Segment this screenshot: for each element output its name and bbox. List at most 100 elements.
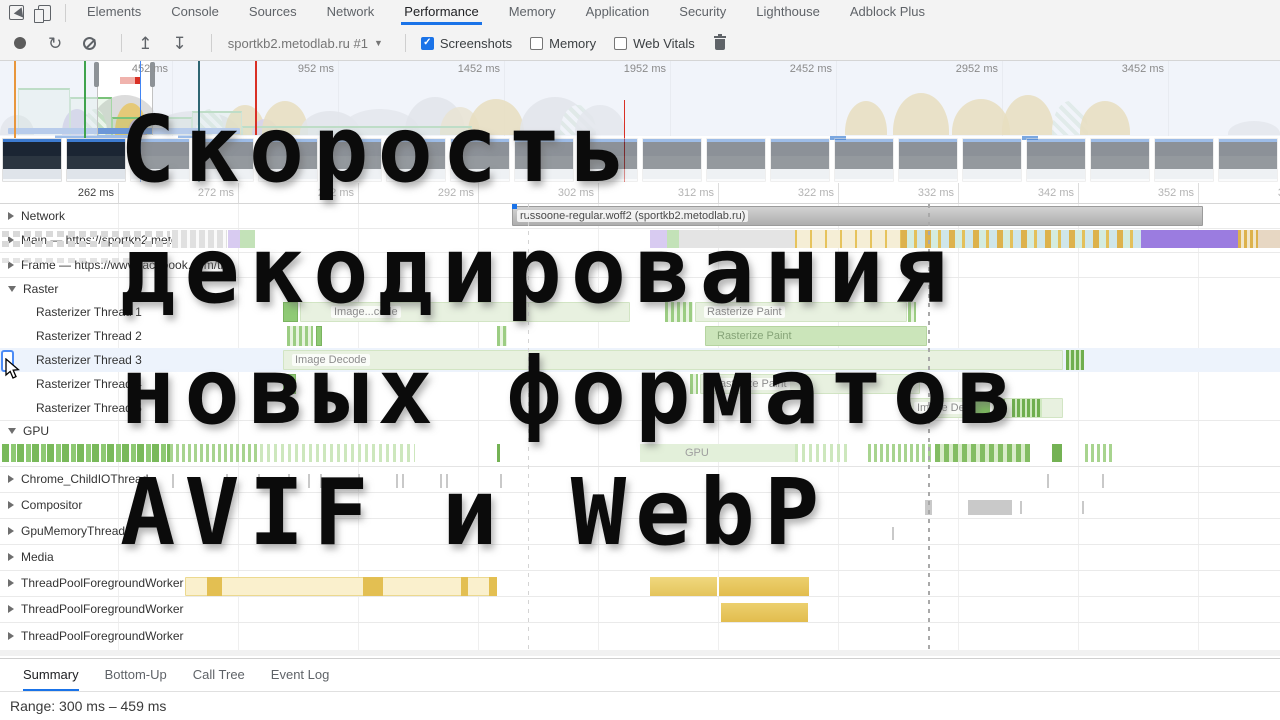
overlay-title-line: Скорость bbox=[120, 96, 636, 203]
chevron-right-icon[interactable] bbox=[8, 501, 14, 509]
detail-ruler-label: 262 ms bbox=[77, 187, 114, 199]
worker-task-bar[interactable] bbox=[207, 577, 222, 596]
range-status: Range: 300 ms – 459 ms bbox=[10, 698, 167, 714]
overview-ruler-label: 952 ms bbox=[297, 63, 334, 75]
screenshot-thumbnail[interactable] bbox=[706, 138, 766, 182]
details-tab-event-log[interactable]: Event Log bbox=[271, 659, 330, 691]
flame-gridline bbox=[1078, 204, 1079, 650]
compositor-bar[interactable] bbox=[1020, 501, 1022, 514]
ruler-tick bbox=[718, 183, 719, 203]
compositor-bar[interactable] bbox=[1082, 501, 1084, 514]
track-label-text: Network bbox=[21, 209, 66, 223]
track-label-text: ThreadPoolForegroundWorker bbox=[21, 602, 184, 616]
flame-bar-label: GPU bbox=[685, 447, 709, 459]
chevron-right-icon[interactable] bbox=[8, 605, 14, 613]
row-separator bbox=[0, 596, 1280, 597]
track-threadpoolforegroundworker[interactable]: ThreadPoolForegroundWorker bbox=[8, 629, 184, 643]
ruler-tick bbox=[958, 183, 959, 203]
gpu-memory-bar[interactable] bbox=[892, 527, 894, 540]
chevron-right-icon[interactable] bbox=[8, 527, 14, 535]
track-compositor[interactable]: Compositor bbox=[8, 498, 82, 512]
track-network[interactable]: Network bbox=[8, 209, 65, 223]
screenshot-thumbnail[interactable] bbox=[834, 138, 894, 182]
overview-ruler-label: 2952 ms bbox=[955, 63, 998, 75]
flame-top-border bbox=[0, 203, 1280, 204]
screenshot-thumbnail[interactable] bbox=[1026, 138, 1086, 182]
detail-ruler-label: 342 ms bbox=[1037, 187, 1074, 199]
chevron-down-icon[interactable] bbox=[8, 428, 16, 434]
gpu-track-activity[interactable] bbox=[868, 444, 933, 462]
track-gpu[interactable]: GPU bbox=[8, 424, 49, 438]
track-threadpoolforegroundworker[interactable]: ThreadPoolForegroundWorker bbox=[8, 602, 184, 616]
overview-ruler-label: 1952 ms bbox=[623, 63, 666, 75]
detail-ruler-label: 312 ms bbox=[677, 187, 714, 199]
mouse-cursor-icon bbox=[5, 358, 20, 379]
track-label-text: GPU bbox=[23, 424, 50, 438]
screenshot-thumbnail[interactable] bbox=[1218, 138, 1278, 182]
track-raster[interactable]: Raster bbox=[8, 282, 58, 296]
selection-handle-left[interactable] bbox=[94, 62, 99, 87]
worker-task-bar[interactable] bbox=[717, 577, 809, 596]
track-threadpoolforegroundworker[interactable]: ThreadPoolForegroundWorker bbox=[8, 576, 184, 590]
details-tabbar: Summary Bottom-Up Call Tree Event Log bbox=[0, 659, 1280, 692]
track-media[interactable]: Media bbox=[8, 550, 54, 564]
overview-ruler-label: 1452 ms bbox=[457, 63, 500, 75]
track-label-text: Raster bbox=[23, 281, 59, 296]
screenshot-thumbnail[interactable] bbox=[770, 138, 830, 182]
details-tab-summary[interactable]: Summary bbox=[23, 659, 79, 691]
main-track-activity[interactable] bbox=[1238, 230, 1258, 248]
gpu-track-activity[interactable] bbox=[1085, 444, 1113, 462]
compositor-bar[interactable] bbox=[968, 500, 1012, 515]
gpu-track-activity[interactable] bbox=[1052, 444, 1062, 462]
screenshot-thumbnail[interactable] bbox=[66, 138, 126, 182]
network-bar-dot bbox=[512, 204, 517, 209]
ruler-tick bbox=[118, 183, 119, 203]
worker-task-bar[interactable] bbox=[719, 603, 808, 622]
details-tab-bottom-up[interactable]: Bottom-Up bbox=[105, 659, 167, 691]
screenshot-thumbnail[interactable] bbox=[962, 138, 1022, 182]
gpu-track-activity[interactable] bbox=[935, 444, 1030, 462]
track-label-text: ThreadPoolForegroundWorker bbox=[21, 576, 184, 590]
track-label-text: Media bbox=[21, 550, 54, 564]
worker-task-bar[interactable] bbox=[461, 577, 468, 596]
track-label-text: GpuMemoryThread bbox=[21, 524, 126, 538]
chevron-right-icon[interactable] bbox=[8, 212, 14, 220]
track-gpumemorythread[interactable]: GpuMemoryThread bbox=[8, 524, 125, 538]
overview-ruler-label: 452 ms bbox=[131, 63, 168, 75]
screenshot-thumbnail[interactable] bbox=[1154, 138, 1214, 182]
ruler-tick bbox=[1198, 183, 1199, 203]
overlay-title-line: новых форматов bbox=[120, 338, 1022, 445]
chevron-down-icon[interactable] bbox=[8, 285, 16, 292]
detail-ruler-label: 332 ms bbox=[917, 187, 954, 199]
detail-ruler-label: 322 ms bbox=[797, 187, 834, 199]
row-separator bbox=[0, 622, 1280, 623]
main-track-activity[interactable] bbox=[1258, 230, 1280, 248]
chevron-right-icon[interactable] bbox=[8, 553, 14, 561]
io-thread-tick bbox=[1047, 474, 1049, 488]
horizontal-scrollbar[interactable] bbox=[0, 650, 1280, 656]
chevron-right-icon[interactable] bbox=[8, 475, 14, 483]
detail-ruler-label: 352 ms bbox=[1157, 187, 1194, 199]
track-label-text: Compositor bbox=[21, 498, 83, 512]
screenshot-thumbnail[interactable] bbox=[898, 138, 958, 182]
row-separator bbox=[0, 570, 1280, 571]
flame-gridline bbox=[1198, 204, 1199, 650]
screenshot-thumbnail[interactable] bbox=[1090, 138, 1150, 182]
worker-task-bar[interactable] bbox=[650, 577, 717, 596]
flame-bar[interactable] bbox=[185, 577, 497, 596]
worker-task-bar[interactable] bbox=[489, 577, 497, 596]
main-track-activity[interactable] bbox=[1141, 230, 1238, 248]
overlay-title-line: AVIF и WebP bbox=[120, 459, 829, 566]
details-tab-call-tree[interactable]: Call Tree bbox=[193, 659, 245, 691]
io-thread-tick bbox=[1102, 474, 1104, 488]
chevron-right-icon[interactable] bbox=[8, 632, 14, 640]
screenshot-thumbnail[interactable] bbox=[2, 138, 62, 182]
worker-task-bar[interactable] bbox=[363, 577, 383, 596]
devtools-window: Elements Console Sources Network Performance… bbox=[0, 0, 1280, 720]
chevron-right-icon[interactable] bbox=[8, 579, 14, 587]
performance-panel-body: 452 ms 952 ms 1452 ms 1952 ms 2452 ms 2952 ms… bbox=[0, 0, 1280, 720]
overview-ruler-label: 3452 ms bbox=[1121, 63, 1164, 75]
flame-bar[interactable] bbox=[1066, 350, 1084, 370]
overview-ruler-label: 2452 ms bbox=[789, 63, 832, 75]
screenshot-thumbnail[interactable] bbox=[642, 138, 702, 182]
